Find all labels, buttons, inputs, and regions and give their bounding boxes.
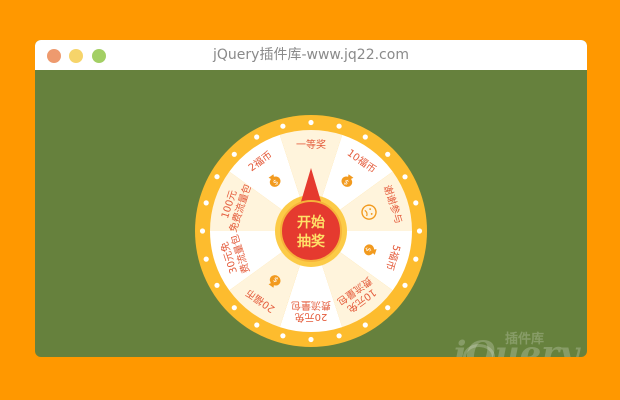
rim-light-dot bbox=[308, 336, 314, 343]
page-content: 一等奖 10福币 $ 谢谢参与 5福币 $10元免 费流量包 20元免 费流量包 20福币 $30元… bbox=[35, 70, 587, 357]
rim-light-dot bbox=[362, 134, 368, 140]
rim-light-dot bbox=[203, 200, 209, 206]
rim-light-dot bbox=[416, 228, 423, 234]
rim-light-dot bbox=[385, 151, 391, 157]
window-titlebar: jQuery插件库-www.jq22.com bbox=[35, 40, 587, 70]
rim-light-dot bbox=[385, 305, 391, 311]
rim-light-dot bbox=[254, 322, 260, 328]
prize-label: 费流量包 bbox=[291, 299, 331, 312]
rim-light-dot bbox=[413, 256, 419, 262]
start-button-line1: 开始 bbox=[297, 214, 325, 231]
rim-light-dot bbox=[280, 333, 286, 339]
window-title: jQuery插件库-www.jq22.com bbox=[213, 47, 409, 63]
prize-segment: 一等奖 bbox=[296, 138, 326, 151]
rim-light-dot bbox=[214, 282, 220, 288]
rim-light-dot bbox=[308, 119, 314, 126]
rim-light-dot bbox=[214, 174, 220, 180]
rim-light-dot bbox=[203, 256, 209, 262]
rim-light-dot bbox=[231, 305, 237, 311]
rim-light-dot bbox=[336, 123, 342, 129]
rim-light-dot bbox=[413, 200, 419, 206]
rim-light-dot bbox=[199, 228, 206, 234]
rim-light-dot bbox=[231, 151, 237, 157]
start-draw-button[interactable]: 开始抽奖 bbox=[280, 200, 342, 262]
rim-light-dot bbox=[402, 174, 408, 180]
rim-light-dot bbox=[336, 333, 342, 339]
rim-light-dot bbox=[280, 123, 286, 129]
prize-segment: 20元免费流量包 bbox=[291, 299, 331, 324]
rim-light-dot bbox=[254, 134, 260, 140]
start-button-line2: 抽奖 bbox=[297, 233, 326, 250]
prize-label: 一等奖 bbox=[296, 138, 326, 151]
rim-light-dot bbox=[402, 282, 408, 288]
prize-label: 20元免 bbox=[295, 311, 328, 324]
rim-light-dot bbox=[362, 322, 368, 328]
browser-window: jQuery插件库-www.jq22.com 一等奖 10福币 $ 谢谢参与 5福币 $1… bbox=[35, 40, 587, 357]
lottery-wheel: 一等奖10福币$谢谢参与5福币$10元免费流量包20元免费流量包20福币$30元… bbox=[195, 115, 427, 347]
